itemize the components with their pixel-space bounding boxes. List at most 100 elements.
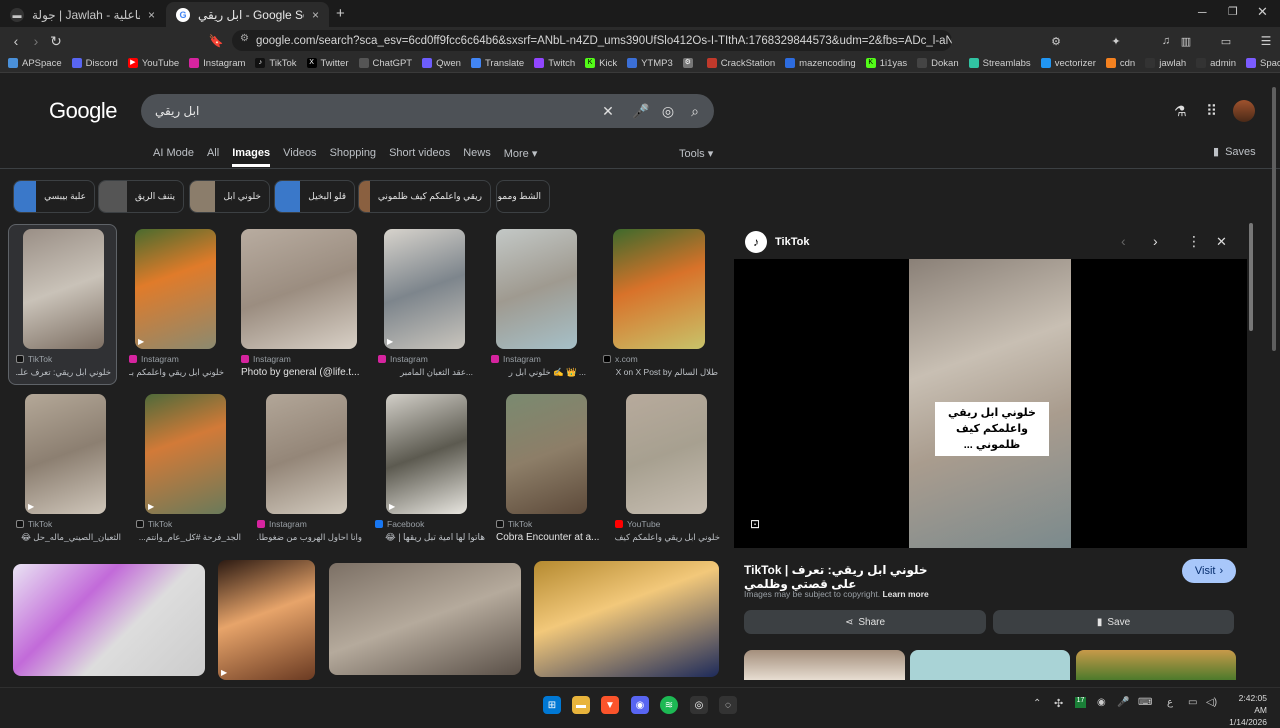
image-result-thumbnail[interactable] [13,564,205,676]
restore-icon[interactable]: ❐ [1228,5,1238,18]
discord-icon[interactable]: ◉ [631,696,649,714]
mic-tray-icon[interactable]: 🎤 [1117,697,1129,708]
result-caption[interactable]: الثعبان_الصيني_ماله_حل 😂 [16,532,121,543]
tray-app-icon[interactable]: 17 [1075,697,1086,708]
tab-jawlah[interactable]: ▬ جولة | Jawlah - منصة الألعاب التفاعلية… [0,2,165,27]
google-logo[interactable]: Google [49,98,117,124]
preview-image-area[interactable]: خلوني ابل ريقي واعلمكم كيف ظلموني ... ⊡ [734,259,1247,548]
media-icon[interactable]: ♫ [1156,31,1176,51]
spotify-icon[interactable]: ≋ [660,696,678,714]
saves-button[interactable]: ▮ Saves [1213,145,1256,159]
bookmark-item[interactable]: ChatGPT [358,58,412,69]
image-result-thumbnail[interactable] [23,229,104,349]
search-input[interactable]: ابل ريقي [155,104,199,118]
back-icon[interactable]: ‹ [6,31,26,51]
related-image-thumbnail[interactable] [744,650,905,680]
image-result-thumbnail[interactable]: ▶ [384,229,465,349]
clear-icon[interactable]: ✕ [599,102,617,120]
chevron-up-icon[interactable]: ⌃ [1033,698,1041,709]
discord-tray-icon[interactable]: ◉ [1097,697,1106,708]
close-icon[interactable]: × [140,8,155,22]
image-result-thumbnail[interactable]: ▶ [145,394,226,514]
filter-images[interactable]: Images [232,147,271,167]
bookmark-item[interactable]: K 1i1yas [865,58,907,69]
bookmark-item[interactable]: mazencoding [785,58,856,69]
image-result-thumbnail[interactable]: ▶ [386,394,467,514]
tools-button[interactable]: Tools ▾ [679,147,713,160]
window-close-icon[interactable]: ✕ [1257,4,1268,20]
result-caption[interactable]: Photo by general (@life.t... [241,367,359,378]
filter-all[interactable]: All [207,147,219,167]
bookmark-item[interactable]: Translate [470,58,524,69]
filter-news[interactable]: News [463,147,491,167]
result-caption[interactable]: وانا احاول الهروب من ضغوطا... [257,532,362,543]
related-chip[interactable]: علبة بيبسي [13,180,95,213]
bookmark-item[interactable]: admin [1196,58,1236,69]
related-chip[interactable]: خلوني ابل [189,180,270,213]
filter-ai-mode[interactable]: AI Mode [153,147,194,167]
image-result-thumbnail[interactable] [506,394,587,514]
bookmark-item[interactable]: cdn [1105,58,1135,69]
extensions-puzzle-icon[interactable]: ✦ [1106,31,1126,51]
share-button[interactable]: ⋖ Share [744,610,986,634]
bookmark-item[interactable]: ⚙ [682,58,697,68]
page-scrollbar[interactable] [1272,87,1276,351]
file-explorer-icon[interactable]: ▬ [572,696,590,714]
minimize-icon[interactable]: ─ [1198,5,1207,19]
reload-icon[interactable]: ↻ [46,31,66,51]
extension-icon[interactable]: ⚙ [1046,31,1066,51]
steam-icon[interactable]: ◌ [719,696,737,714]
forward-icon[interactable]: › [26,31,46,51]
image-result-thumbnail[interactable] [626,394,707,514]
search-box[interactable]: ابل ريقي ✕ 🎤 ◎ ⌕ [141,94,714,128]
menu-icon[interactable]: ☰ [1256,31,1276,51]
lens-icon[interactable]: ◎ [659,102,677,120]
image-result-thumbnail[interactable] [266,394,347,514]
related-chip[interactable]: الشط وممو [496,180,550,213]
bookmark-item[interactable]: CrackStation [706,58,775,69]
result-caption[interactable]: هاتوا لها امية تبل ريقها | 😂 [375,532,485,543]
image-result-thumbnail[interactable] [329,563,521,675]
bookmark-item[interactable]: ♪ TikTok [255,58,297,69]
panel-title[interactable]: TikTok | خلوني ابل ريقي: تعرف على قصتي و… [744,563,954,591]
related-image-thumbnail[interactable] [1076,650,1236,680]
filter-short-videos[interactable]: Short videos [389,147,450,167]
filter-more[interactable]: More ▾ [504,147,538,167]
bookmark-item[interactable]: jawlah [1145,58,1186,69]
bookmark-icon[interactable]: 🔖 [206,31,226,51]
site-info-icon[interactable]: ⚙ [240,33,249,44]
bookmark-item[interactable]: Spacemail [1246,58,1280,69]
language-icon[interactable]: ع [1167,697,1173,708]
bookmark-item[interactable]: YTMP3 [627,58,673,69]
bookmark-item[interactable]: vectorizer [1040,58,1096,69]
image-result-thumbnail[interactable]: ▶ [135,229,216,349]
volume-icon[interactable]: ◁) [1206,697,1217,708]
related-chip[interactable]: يتنف الريق [98,180,184,213]
bookmark-item[interactable]: X Twitter [306,58,349,69]
panel-source[interactable]: TikTok [775,236,809,248]
image-result-thumbnail[interactable]: ▶ [218,560,315,680]
image-result-thumbnail[interactable] [534,561,719,677]
bookmark-item[interactable]: Dokan [917,58,959,69]
result-caption[interactable]: خلوني ابل ريقي: تعرف علـ... [16,367,111,378]
previous-icon[interactable]: ‹ [1121,233,1126,249]
panel-scrollbar[interactable] [1249,223,1253,331]
close-panel-icon[interactable]: ✕ [1216,234,1227,250]
tray-icon[interactable]: ✣ [1054,697,1063,710]
bookmark-item[interactable]: Twitch [534,58,575,69]
windows-start-icon[interactable]: ⊞ [543,696,561,714]
result-caption[interactable]: الجد_فرحة #كل_عام_وانتم... [136,532,241,543]
result-caption[interactable]: طلال السالم X on X Post by [603,367,718,378]
related-chip[interactable]: قلو البخيل [274,180,355,213]
save-button[interactable]: ▮ Save [993,610,1234,634]
result-caption[interactable]: خلوني ابل ريقي واعلمكم بـ... [129,367,224,378]
brave-browser-icon[interactable]: ▼ [601,696,619,714]
result-caption[interactable]: ...عقد الثعبان المامبر [378,367,473,378]
next-icon[interactable]: › [1153,233,1158,249]
sidebar-icon[interactable]: ▥ [1176,31,1196,51]
lens-icon[interactable]: ⊡ [750,517,760,531]
related-chip[interactable]: ريقي واعلمكم كيف ظلموني [358,180,491,213]
bookmark-item[interactable]: Qwen [422,58,461,69]
more-options-icon[interactable]: ⋮ [1187,233,1201,250]
image-result-thumbnail[interactable]: ▶ [25,394,106,514]
